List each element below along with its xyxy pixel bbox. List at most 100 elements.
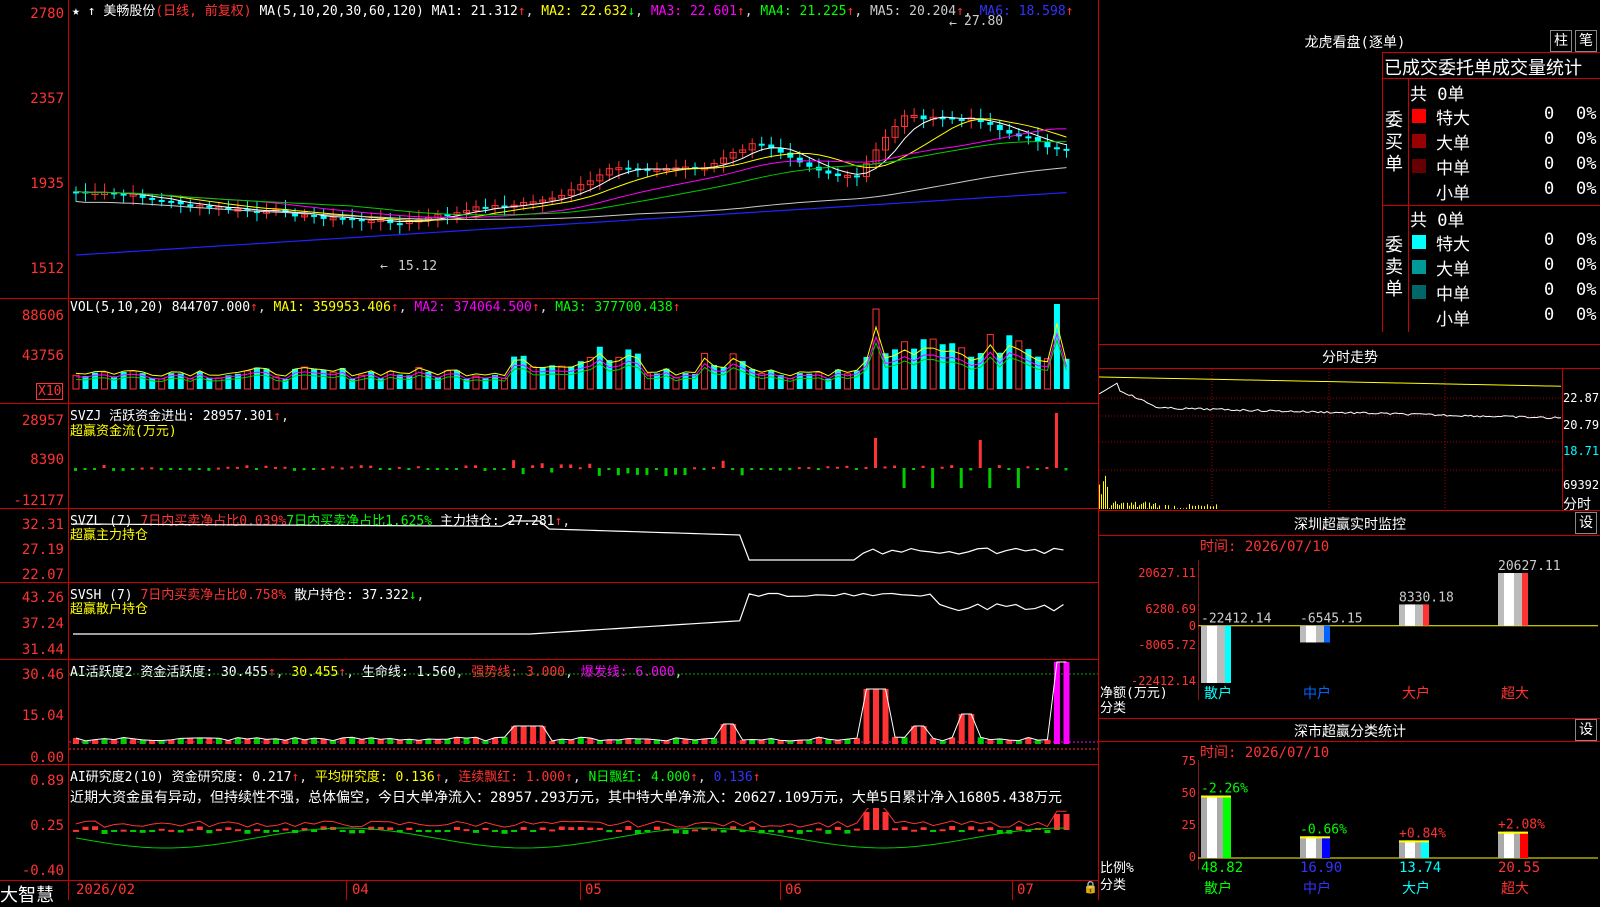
ai-active-bar <box>625 739 631 744</box>
order-size-label: 中单 <box>1436 280 1470 305</box>
ai-active-bar <box>873 689 879 744</box>
ai-active-bar <box>302 740 308 744</box>
volume-bar <box>111 376 117 389</box>
svzj-bar <box>664 468 667 476</box>
ai-research-bar <box>683 830 689 834</box>
volume-bar <box>444 371 450 389</box>
ai-research-bar <box>159 829 165 831</box>
x-axis-label: 04 <box>352 882 369 898</box>
ai-active-bar <box>444 739 450 744</box>
ai-research-bar <box>987 827 993 830</box>
svzj-bar <box>960 468 963 488</box>
ai-active-tick: 30.46 <box>0 667 64 683</box>
category-label: 散户 <box>1204 685 1232 700</box>
intraday-chart[interactable] <box>1099 369 1562 509</box>
intraday-volume-bar <box>1183 508 1184 509</box>
ai-research-t5: 0.136 <box>714 770 753 785</box>
svzl-tick: 27.19 <box>0 542 64 558</box>
ai-active-bar <box>806 740 812 744</box>
volume-bar <box>216 378 222 389</box>
bar-mode-button[interactable]: 柱 <box>1550 30 1572 52</box>
net-amount-bar-edge <box>1324 626 1330 643</box>
ai-research-bar <box>244 830 250 834</box>
ai-research-bar <box>111 830 117 832</box>
ratio-bar-edge <box>1223 796 1231 858</box>
ai-research-bar <box>216 829 222 831</box>
svzj-bar <box>284 467 287 469</box>
ai-active-bar <box>254 738 260 744</box>
ai-research-bar <box>92 826 98 830</box>
intraday-volume-bar <box>1105 476 1106 509</box>
svzj-bar <box>369 466 372 468</box>
net-amount-bar-highlight <box>1306 626 1316 643</box>
lock-icon[interactable]: 🔒 <box>1083 880 1098 894</box>
ai-research-tick: 0.25 <box>0 818 64 834</box>
sz-class-settings-button[interactable]: 设 <box>1575 719 1597 741</box>
intraday-volume-bar <box>1189 504 1190 509</box>
ratio-value-label: 20.55 <box>1498 860 1540 876</box>
ai-research-bar <box>416 830 422 832</box>
ai-research-bar <box>606 830 612 832</box>
candle-body <box>1025 136 1031 138</box>
intraday-volume-bar <box>1117 504 1118 509</box>
intraday-volume-bar <box>1192 506 1193 509</box>
ai-research-bar <box>816 828 822 830</box>
ai-research-bar <box>968 826 974 830</box>
net-amount-value: -6545.15 <box>1300 612 1363 627</box>
svzj-bar <box>541 463 544 468</box>
svzj-bar <box>512 460 515 468</box>
ai-active-bar <box>283 740 289 744</box>
volume-unit-badge[interactable]: X10 <box>36 383 63 400</box>
volume-bar <box>902 342 908 389</box>
ai-active-bar <box>740 740 746 744</box>
ai-research-bar <box>921 827 927 830</box>
ratio-value-label: 48.82 <box>1201 860 1243 876</box>
ai-research-bar <box>1044 830 1050 833</box>
x-tick <box>780 880 781 900</box>
ai-research-bar <box>721 830 727 832</box>
order-color-swatch <box>1412 159 1426 173</box>
intraday-volume-bar <box>1153 504 1154 509</box>
low-value: 15.12 <box>398 259 437 274</box>
volume-bar <box>768 370 774 389</box>
svzj-bar <box>455 468 458 470</box>
svzj-bar <box>122 468 125 471</box>
ai-active-bar <box>854 738 860 744</box>
order-color-swatch <box>1412 310 1426 324</box>
svzj-bar <box>264 466 267 468</box>
intraday-volume-bar <box>1143 503 1144 509</box>
ai-research-t4: N日飘红: 4.000 <box>588 770 690 785</box>
sz-monitor-settings-button[interactable]: 设 <box>1575 512 1597 534</box>
intraday-volume-bar <box>1123 503 1124 509</box>
order-count: 0 <box>1544 104 1554 124</box>
sz-monitor-tick: 0 <box>1100 619 1196 633</box>
ai-research-bar <box>873 808 879 830</box>
svsh-tick: 31.44 <box>0 642 64 658</box>
volume-bar <box>540 367 546 389</box>
tick-mode-button[interactable]: 笔 <box>1575 30 1597 52</box>
candle-body <box>168 201 174 203</box>
svzj-bar <box>864 467 867 469</box>
svzj-bar <box>331 466 334 468</box>
volume-bar <box>559 366 565 389</box>
ai-research-bar <box>340 830 346 832</box>
ai-active-bar <box>1054 662 1060 744</box>
intraday-volume-bar <box>1201 506 1202 509</box>
intraday-volume-bar <box>1121 503 1122 509</box>
svzj-bar <box>350 466 353 468</box>
ai-research-bar <box>749 827 755 830</box>
svzj-bar <box>998 465 1001 468</box>
price-chart[interactable]: ← ← <box>69 0 1098 298</box>
candle-body <box>159 200 165 202</box>
intraday-volume-bar <box>1186 508 1187 509</box>
ai-active-bar <box>197 738 203 744</box>
intraday-x-label: 分时 <box>1563 494 1591 514</box>
price-tick: 2780 <box>0 6 64 22</box>
volume-bar <box>1006 335 1012 389</box>
dragon-tiger-title: 龙虎看盘(逐单) <box>1280 32 1430 52</box>
volume-bar <box>340 368 346 389</box>
brand-logo[interactable]: 大智慧 <box>0 881 54 907</box>
intraday-volume-bar <box>1207 504 1208 509</box>
intraday-volume-bar <box>1099 485 1100 509</box>
x-axis-label: 2026/02 <box>76 882 135 898</box>
